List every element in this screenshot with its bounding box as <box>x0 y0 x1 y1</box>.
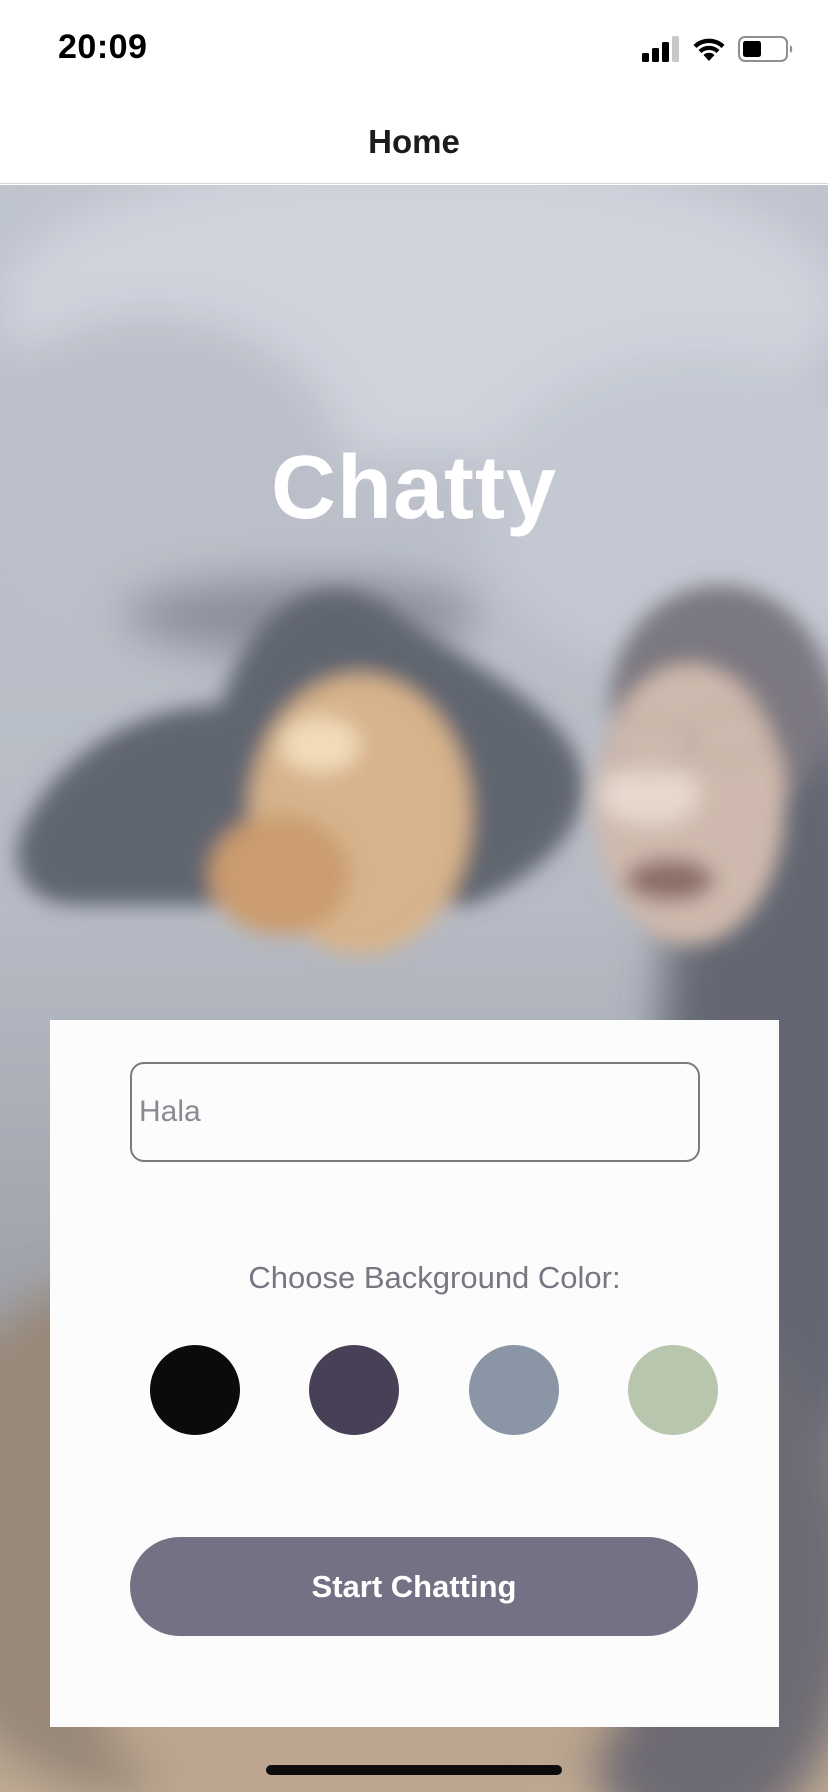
color-swatch-gray-blue[interactable] <box>469 1345 559 1435</box>
battery-icon <box>738 36 793 62</box>
wifi-icon <box>693 38 725 61</box>
color-swatch-green[interactable] <box>628 1345 718 1435</box>
start-chatting-button[interactable]: Start Chatting <box>130 1537 698 1636</box>
nav-title: Home <box>368 122 460 160</box>
start-card: Choose Background Color: Start Chatting <box>50 1020 779 1727</box>
name-input[interactable] <box>130 1062 700 1162</box>
app-title: Chatty <box>270 438 558 538</box>
home-screen: Chatty 20:09 Home Hala Choose Background… <box>0 0 828 1792</box>
navigation-bar: Home <box>0 100 828 184</box>
status-time: 20:09 <box>58 28 148 66</box>
color-swatch-purple[interactable] <box>309 1345 399 1435</box>
status-bar: 20:09 <box>0 0 828 100</box>
cellular-signal-icon <box>642 36 679 62</box>
color-label: Choose Background Color: <box>248 1260 621 1295</box>
status-icons <box>642 34 794 64</box>
color-swatch-black[interactable] <box>150 1345 240 1435</box>
home-indicator <box>266 1765 562 1775</box>
